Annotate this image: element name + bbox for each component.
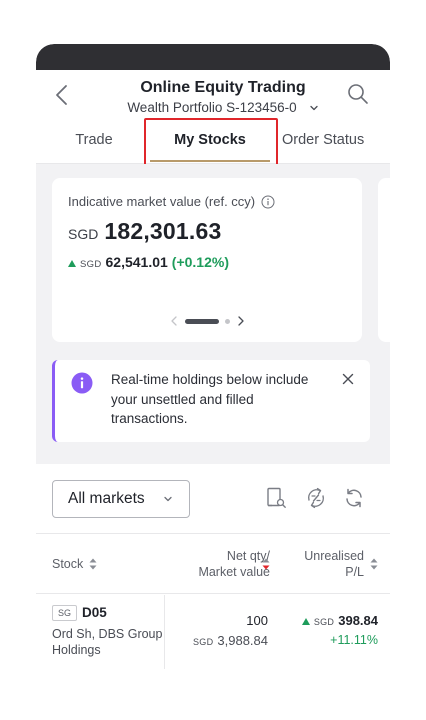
search-icon[interactable] xyxy=(346,82,370,106)
unrealised-pl-amount: 398.84 xyxy=(338,613,378,628)
market-value-cell: SGD 3,988.84 xyxy=(193,633,268,648)
unrealised-pl-cell: SGD 398.84 xyxy=(301,613,378,628)
card-pager xyxy=(162,314,252,328)
market-value-currency: SGD xyxy=(192,637,214,647)
market-value-label-row: Indicative market value (ref. ccy) xyxy=(68,194,275,209)
summary-area: Indicative market value (ref. ccy) SGD 1… xyxy=(36,164,390,464)
table-row[interactable]: SG D05 Ord Sh, DBS Group Holdings 100 SG… xyxy=(36,595,390,669)
chevron-right-icon[interactable] xyxy=(236,315,246,327)
tab-order-status[interactable]: Order Status xyxy=(282,122,390,164)
status-bar xyxy=(36,44,390,70)
notice-text: Real-time holdings below include your un… xyxy=(111,372,309,426)
pager-dot-active xyxy=(184,318,219,324)
info-notice: Real-time holdings below include your un… xyxy=(52,360,370,442)
column-header-net-qty-label: Net qty/ xyxy=(226,549,270,563)
column-header-pl-label: P/L xyxy=(345,565,364,579)
change-currency: SGD xyxy=(80,259,102,270)
tab-bar: Trade My Stocks Order Status xyxy=(36,122,390,164)
sort-icon[interactable] xyxy=(370,558,378,570)
stock-name: Ord Sh, DBS Group Holdings xyxy=(52,627,163,657)
market-filter-value: All markets xyxy=(68,490,145,507)
column-header-net-qty[interactable]: Net qty/ Market value xyxy=(198,548,270,580)
column-header-unrealised-pl[interactable]: Unrealised P/L xyxy=(304,548,364,580)
up-triangle-icon xyxy=(68,260,76,267)
refresh-icon[interactable] xyxy=(342,486,366,510)
unrealised-pl-percent: +11.11% xyxy=(330,633,378,647)
sort-icon xyxy=(89,558,97,570)
column-divider xyxy=(164,595,165,669)
market-value-change-row: SGD 62,541.01 (+0.12%) xyxy=(68,254,229,270)
change-amount: 62,541.01 xyxy=(105,254,168,270)
page-title: Online Equity Trading xyxy=(140,79,306,96)
tab-my-stocks[interactable]: My Stocks xyxy=(146,122,274,164)
column-header-stock[interactable]: Stock xyxy=(52,556,97,572)
net-qty: 100 xyxy=(246,613,268,628)
info-icon[interactable] xyxy=(261,195,275,209)
pager-dot[interactable] xyxy=(224,318,230,324)
back-icon[interactable] xyxy=(50,82,76,108)
chevron-left-icon[interactable] xyxy=(169,315,179,327)
account-name: Wealth Portfolio S-123456-0 xyxy=(127,100,297,115)
up-triangle-icon xyxy=(301,618,310,625)
account-selector[interactable]: Wealth Portfolio S-123456-0 xyxy=(96,99,350,117)
column-header-stock-label: Stock xyxy=(52,557,84,571)
close-icon[interactable] xyxy=(341,372,355,386)
market-value-currency: SGD xyxy=(68,226,99,242)
market-value-row: SGD 182,301.63 xyxy=(68,218,221,245)
market-value-amount: 182,301.63 xyxy=(104,218,222,244)
column-header-unrealised-label: Unrealised xyxy=(304,549,364,563)
market-badge: SG xyxy=(52,605,78,621)
info-filled-icon xyxy=(71,372,93,394)
document-search-icon[interactable] xyxy=(264,486,288,510)
stock-symbol: D05 xyxy=(82,605,107,620)
change-percent: (+0.12%) xyxy=(171,254,229,270)
chevron-down-icon xyxy=(164,496,172,502)
unrealised-pl-currency: SGD xyxy=(313,617,335,627)
tab-trade[interactable]: Trade xyxy=(58,122,130,164)
market-value-card[interactable]: Indicative market value (ref. ccy) SGD 1… xyxy=(52,178,362,342)
holdings-toolbar: All markets xyxy=(36,464,390,534)
app-header: Online Equity Trading Wealth Portfolio S… xyxy=(36,70,390,122)
holdings-table-header: Stock Net qty/ Market value Unrealised P… xyxy=(36,534,390,594)
convert-currency-icon[interactable] xyxy=(304,486,328,510)
chevron-down-icon xyxy=(310,105,318,111)
sort-desc-icon[interactable] xyxy=(262,558,270,570)
header-title-group: Online Equity Trading Wealth Portfolio S… xyxy=(96,78,350,117)
market-value-label: Indicative market value (ref. ccy) xyxy=(68,194,256,209)
market-filter-dropdown[interactable]: All markets xyxy=(52,480,190,518)
phone-frame: Online Equity Trading Wealth Portfolio S… xyxy=(36,44,390,672)
next-card-peek[interactable] xyxy=(378,178,390,342)
active-tab-indicator xyxy=(150,160,270,162)
market-value: 3,988.84 xyxy=(217,633,268,648)
column-header-market-value-label: Market value xyxy=(198,565,270,579)
